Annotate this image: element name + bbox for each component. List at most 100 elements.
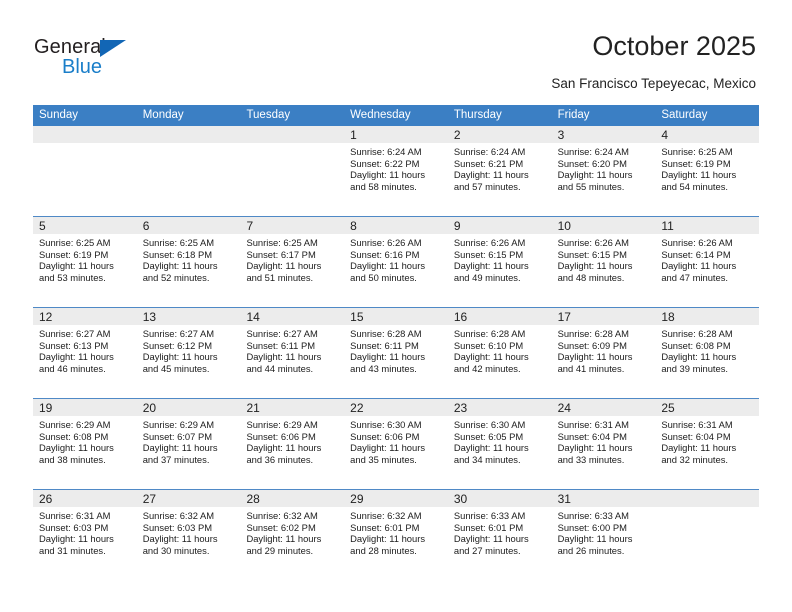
calendar-day-cell[interactable]: 2 Sunrise: 6:24 AM Sunset: 6:21 PM Daylight…	[447, 126, 552, 216]
day-number: 25	[661, 401, 675, 415]
day-info-daylight1: Daylight: 11 hours	[557, 533, 633, 545]
calendar-day-cell[interactable]: 25 Sunrise: 6:31 AM Sunset: 6:04 PM Dayligh…	[655, 399, 760, 489]
day-info: Sunrise: 6:28 AM Sunset: 6:10 PM Daylight:…	[448, 325, 552, 374]
calendar-day-cell[interactable]: 11 Sunrise: 6:26 AM Sunset: 6:14 PM Dayligh…	[655, 217, 760, 307]
calendar-day-cell[interactable]: 21 Sunrise: 6:29 AM Sunset: 6:06 PM Dayligh…	[240, 399, 345, 489]
day-info-sunrise: Sunrise: 6:26 AM	[557, 237, 629, 248]
day-info: Sunrise: 6:32 AM Sunset: 6:03 PM Daylight:…	[137, 507, 241, 556]
calendar-day-cell[interactable]: 5 Sunrise: 6:25 AM Sunset: 6:19 PM Daylight…	[33, 217, 137, 307]
day-number-band: 3	[551, 126, 656, 143]
day-info-sunset: Sunset: 6:04 PM	[557, 430, 627, 442]
day-number-band: 25	[655, 399, 760, 416]
day-info-sunrise: Sunrise: 6:24 AM	[557, 146, 629, 157]
day-info-sunset: Sunset: 6:15 PM	[453, 248, 524, 260]
day-number-band: 18	[655, 308, 760, 325]
day-info-sunrise: Sunrise: 6:29 AM	[39, 419, 111, 430]
calendar-day-cell[interactable]: 31 Sunrise: 6:33 AM Sunset: 6:00 PM Dayligh…	[551, 490, 656, 580]
day-info: Sunrise: 6:24 AM Sunset: 6:22 PM Daylight:…	[344, 143, 448, 192]
calendar-day-cell[interactable]: 17 Sunrise: 6:28 AM Sunset: 6:09 PM Dayligh…	[551, 308, 656, 398]
day-info-sunset: Sunset: 6:05 PM	[453, 430, 524, 442]
calendar-day-cell[interactable]: 13 Sunrise: 6:27 AM Sunset: 6:12 PM Dayligh…	[136, 308, 241, 398]
day-info-daylight2: and 29 minutes.	[246, 544, 314, 556]
calendar-day-cell[interactable]: 10 Sunrise: 6:26 AM Sunset: 6:15 PM Dayligh…	[551, 217, 656, 307]
calendar-day-cell[interactable]: 20 Sunrise: 6:29 AM Sunset: 6:07 PM Dayligh…	[136, 399, 241, 489]
calendar-day-cell[interactable]: 3 Sunrise: 6:24 AM Sunset: 6:20 PM Daylight…	[551, 126, 656, 216]
calendar-day-cell[interactable]: 1 Sunrise: 6:24 AM Sunset: 6:22 PM Daylight…	[344, 126, 448, 216]
day-number-band: 22	[344, 399, 448, 416]
day-number-band: 6	[136, 217, 241, 234]
day-info: Sunrise: 6:25 AM Sunset: 6:18 PM Daylight:…	[137, 234, 241, 283]
day-info-sunset: Sunset: 6:13 PM	[39, 339, 109, 351]
calendar-week-row: 12 Sunrise: 6:27 AM Sunset: 6:13 PM Dayligh…	[33, 307, 760, 398]
day-info-sunset: Sunset: 6:07 PM	[142, 430, 213, 442]
day-info-daylight1: Daylight: 11 hours	[350, 442, 426, 454]
day-info-sunset: Sunset: 6:11 PM	[246, 339, 316, 351]
calendar-day-cell[interactable]: 22 Sunrise: 6:30 AM Sunset: 6:06 PM Dayligh…	[344, 399, 448, 489]
day-info-daylight1: Daylight: 11 hours	[453, 169, 529, 181]
calendar-day-cell[interactable]: 18 Sunrise: 6:28 AM Sunset: 6:08 PM Dayligh…	[655, 308, 760, 398]
generalblue-logo[interactable]: General Blue	[34, 36, 164, 82]
day-number-band: 15	[344, 308, 448, 325]
calendar-day-cell[interactable]: 15 Sunrise: 6:28 AM Sunset: 6:11 PM Dayligh…	[344, 308, 448, 398]
day-info-daylight1: Daylight: 11 hours	[453, 533, 529, 545]
calendar-day-cell[interactable]: 14 Sunrise: 6:27 AM Sunset: 6:11 PM Dayligh…	[240, 308, 345, 398]
day-info-sunset: Sunset: 6:06 PM	[350, 430, 420, 442]
day-info-daylight1: Daylight: 11 hours	[246, 533, 322, 545]
calendar-day-cell[interactable]: 24 Sunrise: 6:31 AM Sunset: 6:04 PM Dayligh…	[551, 399, 656, 489]
day-number: 30	[453, 492, 468, 506]
day-info-sunrise: Sunrise: 6:28 AM	[453, 328, 526, 339]
day-info-sunrise: Sunrise: 6:28 AM	[557, 328, 629, 339]
calendar-day-cell[interactable]: 9 Sunrise: 6:26 AM Sunset: 6:15 PM Daylight…	[447, 217, 552, 307]
logo-triangle-icon	[100, 40, 126, 57]
day-info-daylight2: and 53 minutes.	[39, 271, 106, 283]
day-info-sunrise: Sunrise: 6:24 AM	[350, 146, 422, 157]
calendar-day-cell[interactable]: 19 Sunrise: 6:29 AM Sunset: 6:08 PM Dayligh…	[33, 399, 137, 489]
day-info-sunset: Sunset: 6:03 PM	[39, 521, 109, 533]
calendar-day-cell-empty	[33, 126, 137, 216]
calendar-day-cell[interactable]: 29 Sunrise: 6:32 AM Sunset: 6:01 PM Dayligh…	[344, 490, 448, 580]
calendar-day-cell[interactable]: 12 Sunrise: 6:27 AM Sunset: 6:13 PM Dayligh…	[33, 308, 137, 398]
day-number: 26	[39, 492, 53, 506]
day-info-daylight2: and 38 minutes.	[39, 453, 106, 465]
calendar-day-cell[interactable]: 4 Sunrise: 6:25 AM Sunset: 6:19 PM Daylight…	[655, 126, 760, 216]
day-info-daylight1: Daylight: 11 hours	[142, 533, 218, 545]
logo-text-blue: Blue	[62, 56, 103, 78]
weekday-header-wednesday: Wednesday	[350, 109, 411, 121]
day-number: 1	[350, 128, 357, 142]
day-number-band: 1	[344, 126, 448, 143]
calendar-day-cell[interactable]: 23 Sunrise: 6:30 AM Sunset: 6:05 PM Dayligh…	[447, 399, 552, 489]
calendar-day-cell[interactable]: 28 Sunrise: 6:32 AM Sunset: 6:02 PM Dayligh…	[240, 490, 345, 580]
calendar-week-row: 26 Sunrise: 6:31 AM Sunset: 6:03 PM Dayligh…	[33, 489, 760, 580]
day-number: 6	[142, 219, 150, 233]
day-info-sunrise: Sunrise: 6:26 AM	[453, 237, 526, 248]
day-info-daylight1: Daylight: 11 hours	[142, 351, 218, 363]
day-info: Sunrise: 6:32 AM Sunset: 6:01 PM Daylight:…	[344, 507, 448, 556]
calendar-day-cell[interactable]: 7 Sunrise: 6:25 AM Sunset: 6:17 PM Daylight…	[240, 217, 345, 307]
day-info-daylight2: and 44 minutes.	[246, 362, 314, 374]
calendar-day-cell[interactable]: 16 Sunrise: 6:28 AM Sunset: 6:10 PM Dayligh…	[447, 308, 552, 398]
day-info-sunset: Sunset: 6:03 PM	[142, 521, 213, 533]
calendar-day-cell[interactable]: 26 Sunrise: 6:31 AM Sunset: 6:03 PM Dayligh…	[33, 490, 137, 580]
day-info-sunrise: Sunrise: 6:25 AM	[142, 237, 215, 248]
day-info-sunrise: Sunrise: 6:27 AM	[39, 328, 111, 339]
day-info-sunset: Sunset: 6:15 PM	[557, 248, 627, 260]
day-info: Sunrise: 6:26 AM Sunset: 6:15 PM Daylight:…	[448, 234, 552, 283]
calendar-day-cell[interactable]: 8 Sunrise: 6:26 AM Sunset: 6:16 PM Daylight…	[344, 217, 448, 307]
day-info-sunset: Sunset: 6:16 PM	[350, 248, 420, 260]
calendar-day-cell[interactable]: 30 Sunrise: 6:33 AM Sunset: 6:01 PM Dayligh…	[447, 490, 552, 580]
day-info-sunset: Sunset: 6:02 PM	[246, 521, 316, 533]
day-number-band: 14	[240, 308, 345, 325]
day-info-sunrise: Sunrise: 6:29 AM	[142, 419, 215, 430]
day-number-band: 17	[551, 308, 656, 325]
day-number: 19	[39, 401, 53, 415]
day-info-daylight2: and 55 minutes.	[557, 180, 625, 192]
day-info: Sunrise: 6:28 AM Sunset: 6:11 PM Daylight:…	[344, 325, 448, 374]
calendar-day-cell[interactable]: 6 Sunrise: 6:25 AM Sunset: 6:18 PM Daylight…	[136, 217, 241, 307]
calendar-day-cell[interactable]: 27 Sunrise: 6:32 AM Sunset: 6:03 PM Dayligh…	[136, 490, 241, 580]
day-info-sunset: Sunset: 6:20 PM	[557, 157, 627, 169]
day-info-sunrise: Sunrise: 6:27 AM	[246, 328, 318, 339]
day-info-sunrise: Sunrise: 6:26 AM	[661, 237, 733, 248]
day-info-daylight2: and 32 minutes.	[661, 453, 729, 465]
day-info-sunrise: Sunrise: 6:28 AM	[661, 328, 733, 339]
day-info-sunset: Sunset: 6:10 PM	[453, 339, 524, 351]
